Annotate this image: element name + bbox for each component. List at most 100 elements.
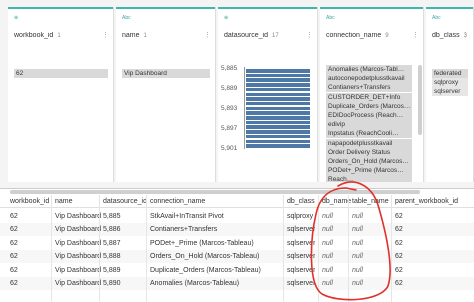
profile-card-name[interactable]: Abc name 1 ⋮ Vip Dashboard (116, 7, 216, 182)
cell-db-class[interactable]: sqlserver (287, 277, 315, 290)
column-header-workbook-id[interactable]: workbook_id (10, 195, 49, 208)
cell-db-name[interactable]: null (322, 210, 333, 223)
cell-parent-workbook-id[interactable]: 62 (395, 250, 403, 263)
cell-datasource-id[interactable]: 5,885 (103, 210, 121, 223)
value-bar[interactable]: PODet+_Prime (Marcos… (326, 166, 412, 176)
histogram-bar[interactable] (246, 120, 310, 125)
column-header-parent-workbook-id[interactable]: parent_workbook_id (395, 195, 458, 208)
cell-name[interactable]: Vip Dashboard (55, 250, 101, 263)
field-header[interactable]: workbook_id 1 ⋮ (14, 32, 109, 39)
cell-name[interactable]: Vip Dashboard (55, 210, 101, 223)
column-header-db-name[interactable]: db_name (322, 195, 351, 208)
cell-workbook-id[interactable]: 62 (10, 210, 18, 223)
cell-name[interactable]: Vip Dashboard (55, 277, 101, 290)
field-header[interactable]: db_class 3 ⋮ (432, 32, 469, 39)
profile-card-datasource-id[interactable]: ⊕ datasource_id 17 ⋮ 5,885 5,889 5,893 5,897 5,9… (218, 7, 318, 182)
cell-datasource-id[interactable]: 5,886 (103, 223, 121, 236)
value-bar[interactable]: federated (432, 69, 468, 78)
value-bar[interactable]: CUSTORDER_DET+Info (326, 92, 412, 102)
value-bar[interactable]: Vip Dashboard (122, 69, 210, 78)
cell-db-name[interactable]: null (322, 223, 333, 236)
column-header-connection-name[interactable]: connection_name (150, 195, 205, 208)
profile-card-workbook-id[interactable]: ⊕ workbook_id 1 ⋮ 62 (8, 7, 114, 182)
horizontal-scrollbar[interactable] (10, 190, 420, 194)
cell-workbook-id[interactable]: 62 (10, 223, 18, 236)
cell-datasource-id[interactable]: 5,889 (103, 264, 121, 277)
histogram-bar[interactable] (246, 78, 310, 82)
cell-connection-name[interactable]: Orders_On_Hold (Marcos-Tableau) (150, 250, 259, 263)
kebab-menu-icon[interactable]: ⋮ (204, 32, 211, 39)
field-header[interactable]: connection_name 9 ⋮ (326, 32, 419, 39)
value-bar[interactable]: Reach… (326, 175, 412, 182)
histogram-bar[interactable] (246, 139, 310, 144)
cell-db-name[interactable]: null (322, 277, 333, 290)
cell-name[interactable]: Vip Dashboard (55, 237, 101, 250)
cell-workbook-id[interactable]: 62 (10, 277, 18, 290)
cell-name[interactable]: Vip Dashboard (55, 223, 101, 236)
profile-card-connection-name[interactable]: Abc connection_name 9 ⋮ Anomalies (Marcos-Ta… (320, 7, 424, 182)
field-header[interactable]: name 1 ⋮ (122, 32, 211, 39)
column-header-table-name[interactable]: table_name (352, 195, 389, 208)
value-bar[interactable]: Inpstatus (ReachCooli… (326, 129, 412, 139)
value-bar[interactable]: Duplicate_Orders (Marcos… (326, 101, 412, 111)
table-row[interactable]: 62 Vip Dashboard 5,890 Anomalies (Marcos-Ta… (0, 277, 474, 290)
value-bar[interactable]: edivip (326, 120, 412, 130)
value-bar[interactable]: sqlproxy (432, 78, 468, 87)
histogram-bar[interactable] (246, 69, 310, 73)
cell-table-name[interactable]: null (352, 250, 363, 263)
value-bar[interactable]: sqlserver (432, 87, 468, 96)
cell-table-name[interactable]: null (352, 264, 363, 277)
value-bar[interactable]: Anomalies (Marcos-Tabl… (326, 65, 412, 74)
histogram-bar[interactable] (246, 116, 310, 120)
kebab-menu-icon[interactable]: ⋮ (306, 32, 313, 39)
histogram-bar[interactable] (246, 144, 310, 148)
value-bar[interactable]: napapodetplusstkavail (326, 138, 412, 148)
cell-db-name[interactable]: null (322, 237, 333, 250)
kebab-menu-icon[interactable]: ⋮ (102, 32, 109, 39)
histogram-bar[interactable] (246, 73, 310, 78)
histogram-bar[interactable] (246, 83, 310, 87)
cell-parent-workbook-id[interactable]: 62 (395, 237, 403, 250)
cell-connection-name[interactable]: Contianers+Transfers (150, 223, 217, 236)
kebab-menu-icon[interactable]: ⋮ (462, 32, 469, 39)
histogram-bar[interactable] (246, 106, 310, 111)
cell-connection-name[interactable]: StkAvail+InTransit Pivot (150, 210, 224, 223)
histogram-bar[interactable] (246, 125, 310, 129)
cell-parent-workbook-id[interactable]: 62 (395, 264, 403, 277)
table-row[interactable]: 62 Vip Dashboard 5,887 PODet+_Prime (Marcos… (0, 237, 474, 250)
cell-db-class[interactable]: sqlproxy (287, 210, 313, 223)
cell-db-class[interactable]: sqlserver (287, 237, 315, 250)
cell-connection-name[interactable]: Duplicate_Orders (Marcos-Tableau) (150, 264, 261, 277)
cell-db-name[interactable]: null (322, 250, 333, 263)
value-bar[interactable]: EDIDocProcess (Reach… (326, 111, 412, 120)
cell-db-name[interactable]: null (322, 264, 333, 277)
cell-table-name[interactable]: null (352, 237, 363, 250)
profile-card-db-class[interactable]: Abc db_class 3 ⋮ federated sqlproxy sqlserver (426, 7, 474, 182)
cell-table-name[interactable]: null (352, 277, 363, 290)
cell-db-class[interactable]: sqlserver (287, 223, 315, 236)
histogram-bar[interactable] (246, 87, 310, 92)
value-bar[interactable]: Orders_On_Hold (Marcos… (326, 157, 412, 166)
cell-workbook-id[interactable]: 62 (10, 237, 18, 250)
column-header-datasource-id[interactable]: datasource_id (103, 195, 147, 208)
value-bar[interactable]: Contianers+Transfers (326, 83, 412, 93)
pane-divider[interactable] (0, 188, 474, 189)
cell-parent-workbook-id[interactable]: 62 (395, 223, 403, 236)
histogram-bar[interactable] (246, 92, 310, 97)
cell-table-name[interactable]: null (352, 210, 363, 223)
value-bar[interactable]: 62 (14, 69, 108, 78)
value-bar[interactable]: autoconepodetplusstkavail (326, 74, 412, 84)
cell-datasource-id[interactable]: 5,890 (103, 277, 121, 290)
cell-parent-workbook-id[interactable]: 62 (395, 210, 403, 223)
histogram-bar[interactable] (246, 97, 310, 101)
cell-name[interactable]: Vip Dashboard (55, 264, 101, 277)
cell-parent-workbook-id[interactable]: 62 (395, 277, 403, 290)
card-scrollbar[interactable] (418, 65, 422, 135)
histogram-bar[interactable] (246, 111, 310, 115)
table-row[interactable]: 62 Vip Dashboard 5,886 Contianers+Transfers… (0, 223, 474, 236)
field-header[interactable]: datasource_id 17 ⋮ (224, 32, 313, 39)
cell-connection-name[interactable]: PODet+_Prime (Marcos-Tableau) (150, 237, 254, 250)
histogram-bar[interactable] (246, 130, 310, 134)
cell-datasource-id[interactable]: 5,887 (103, 237, 121, 250)
histogram-bar[interactable] (246, 134, 310, 139)
